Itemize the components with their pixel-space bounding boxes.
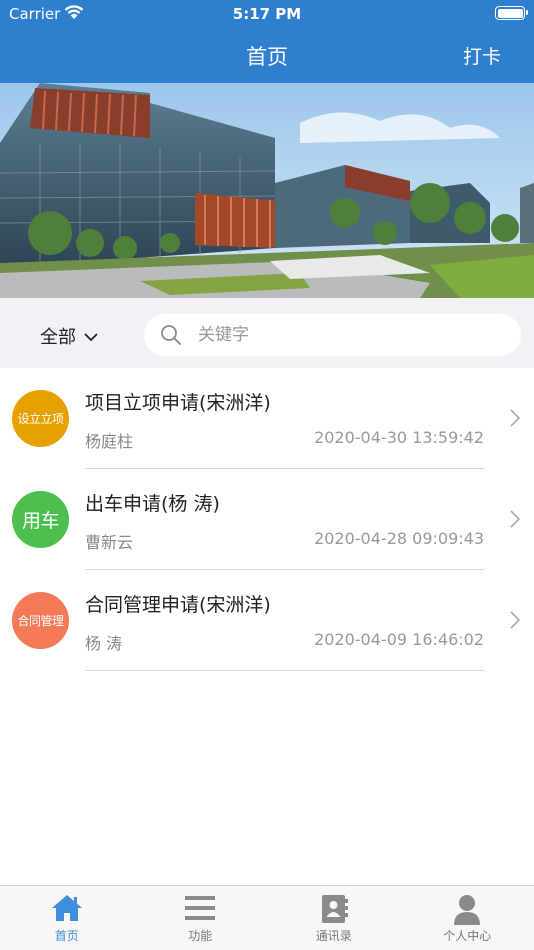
tab-profile[interactable]: 个人中心 — [401, 886, 534, 950]
filter-bar: 全部 — [0, 298, 534, 368]
item-timestamp: 2020-04-30 13:59:42 — [314, 428, 484, 447]
tab-functions[interactable]: 功能 — [134, 886, 268, 950]
item-applicant: 杨 涛 — [85, 634, 123, 653]
item-title: 出车申请(杨 涛) — [85, 493, 220, 515]
list-item[interactable]: 设立立项 项目立项申请(宋洲洋) 杨庭柱 2020-04-30 13:59:42 — [0, 368, 534, 469]
page-title: 首页 — [246, 45, 288, 69]
tab-contacts[interactable]: 通讯录 — [267, 886, 401, 950]
menu-icon — [184, 894, 216, 926]
category-badge: 设立立项 — [12, 390, 69, 447]
check-in-button[interactable]: 打卡 — [463, 42, 501, 69]
item-applicant: 杨庭柱 — [85, 432, 134, 451]
category-badge: 合同管理 — [12, 592, 69, 649]
tab-label: 首页 — [54, 929, 79, 943]
search-box[interactable] — [144, 314, 521, 356]
list-item[interactable]: 用车 出车申请(杨 涛) 曹新云 2020-04-28 09:09:43 — [0, 469, 534, 570]
tab-label: 个人中心 — [443, 929, 492, 943]
tab-bar: 首页 功能 通讯录 个人中心 — [0, 885, 534, 950]
chevron-right-icon — [510, 510, 521, 532]
list-item[interactable]: 合同管理 合同管理申请(宋洲洋) 杨 涛 2020-04-09 16:46:02 — [0, 570, 534, 671]
contacts-icon — [319, 894, 349, 928]
navigation-bar: Carrier 5:17 PM 首页 打卡 — [0, 0, 534, 83]
divider — [85, 670, 484, 671]
item-applicant: 曹新云 — [85, 533, 134, 552]
tab-home[interactable]: 首页 — [0, 886, 134, 950]
category-dropdown[interactable]: 全部 — [40, 323, 98, 349]
search-input[interactable] — [198, 314, 498, 356]
battery-icon — [495, 6, 528, 20]
person-icon — [452, 894, 482, 930]
item-timestamp: 2020-04-09 16:46:02 — [314, 630, 484, 649]
tab-label: 通讯录 — [315, 929, 352, 943]
chevron-right-icon — [510, 611, 521, 633]
search-icon — [160, 324, 182, 350]
chevron-down-icon — [84, 326, 98, 347]
tab-label: 功能 — [188, 929, 213, 943]
item-timestamp: 2020-04-28 09:09:43 — [314, 529, 484, 548]
item-title: 项目立项申请(宋洲洋) — [85, 392, 271, 414]
banner-image — [0, 83, 534, 298]
category-selected-label: 全部 — [40, 327, 76, 348]
chevron-right-icon — [510, 409, 521, 431]
home-icon — [51, 894, 83, 926]
status-time: 5:17 PM — [232, 5, 302, 23]
item-title: 合同管理申请(宋洲洋) — [85, 594, 271, 616]
category-badge: 用车 — [12, 491, 69, 548]
status-bar: Carrier 5:17 PM — [0, 0, 534, 28]
